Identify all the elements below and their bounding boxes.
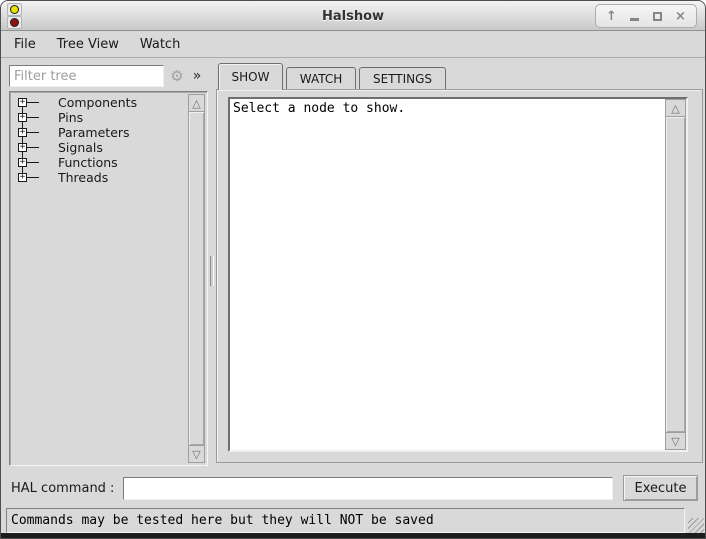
scroll-down-button[interactable]: ▽: [189, 446, 204, 462]
window-bottom-border: [1, 533, 705, 538]
filter-tree-input[interactable]: [9, 65, 164, 87]
show-text-content[interactable]: Select a node to show.: [230, 99, 665, 450]
maximize-icon: [653, 12, 662, 21]
expand-plus-icon[interactable]: +: [18, 173, 27, 182]
minimize-button[interactable]: [625, 7, 644, 26]
tree-item-pins[interactable]: + Pins: [12, 110, 187, 125]
tab-show[interactable]: SHOW: [218, 63, 283, 90]
scroll-up-button[interactable]: △: [189, 95, 204, 111]
tab-settings[interactable]: SETTINGS: [359, 67, 446, 89]
hal-command-input[interactable]: [123, 477, 613, 500]
tree-branch-line: [27, 162, 39, 163]
shade-button[interactable]: ↑: [602, 7, 621, 26]
hal-tree: + Components + Pins + Parameters + Signa…: [9, 91, 208, 466]
tree-branch-line: [27, 102, 39, 103]
hal-command-label: HAL command :: [11, 481, 114, 496]
close-button[interactable]: ×: [671, 7, 690, 26]
status-bar: Commands may be tested here but they wil…: [6, 508, 685, 533]
tree-branch-line: [27, 147, 39, 148]
tree-item-signals[interactable]: + Signals: [12, 140, 187, 155]
show-vertical-scrollbar[interactable]: △ ▽: [665, 99, 686, 450]
scroll-up-icon: △: [192, 98, 200, 109]
tree-item-parameters[interactable]: + Parameters: [12, 125, 187, 140]
menu-file[interactable]: File: [14, 37, 36, 52]
expand-plus-icon[interactable]: +: [18, 113, 27, 122]
close-icon: ×: [675, 9, 686, 24]
tree-vertical-scrollbar[interactable]: △ ▽: [188, 94, 205, 463]
scroll-up-button[interactable]: △: [666, 100, 685, 116]
titlebar[interactable]: Halshow ↑ ×: [1, 1, 705, 31]
tree-item-label[interactable]: Parameters: [58, 125, 130, 140]
filter-options-button[interactable]: ⚙: [168, 65, 186, 87]
tree-item-label[interactable]: Threads: [58, 170, 108, 185]
minimize-icon: [630, 18, 639, 21]
maximize-button[interactable]: [648, 7, 667, 26]
menu-watch[interactable]: Watch: [140, 37, 180, 52]
tree-branch-line: [27, 117, 39, 118]
tree-rows: + Components + Pins + Parameters + Signa…: [12, 95, 187, 185]
menubar: File Tree View Watch: [1, 32, 705, 58]
gear-icon: ⚙: [170, 67, 183, 85]
expand-plus-icon[interactable]: +: [18, 128, 27, 137]
scroll-up-icon: △: [671, 103, 679, 114]
chevron-double-right-icon: »: [193, 68, 202, 84]
resize-grip-icon[interactable]: [688, 518, 704, 534]
panel-splitter-handle[interactable]: [210, 256, 214, 286]
tree-branch-line: [27, 177, 39, 178]
scrollbar-thumb[interactable]: [666, 116, 685, 433]
tree-item-label[interactable]: Pins: [58, 110, 83, 125]
show-tab-page: Select a node to show. △ ▽: [216, 89, 703, 463]
execute-button[interactable]: Execute: [623, 475, 698, 501]
tree-item-components[interactable]: + Components: [12, 95, 187, 110]
show-text-widget: Select a node to show. △ ▽: [228, 97, 688, 452]
expand-panel-button[interactable]: »: [188, 65, 206, 87]
shade-icon: ↑: [606, 9, 617, 24]
scrollbar-thumb[interactable]: [189, 111, 204, 446]
scroll-down-icon: ▽: [671, 436, 679, 447]
expand-plus-icon[interactable]: +: [18, 98, 27, 107]
expand-plus-icon[interactable]: +: [18, 158, 27, 167]
expand-plus-icon[interactable]: +: [18, 143, 27, 152]
tree-item-label[interactable]: Functions: [58, 155, 118, 170]
tree-item-label[interactable]: Components: [58, 95, 137, 110]
tree-branch-line: [27, 132, 39, 133]
tree-item-threads[interactable]: + Threads: [12, 170, 187, 185]
scroll-down-icon: ▽: [192, 449, 200, 460]
menu-tree-view[interactable]: Tree View: [57, 37, 119, 52]
tab-watch[interactable]: WATCH: [286, 67, 356, 89]
tree-item-label[interactable]: Signals: [58, 140, 103, 155]
halshow-window: Halshow ↑ × File Tree View Watch ⚙ » + C…: [0, 0, 706, 539]
tree-item-functions[interactable]: + Functions: [12, 155, 187, 170]
scroll-down-button[interactable]: ▽: [666, 433, 685, 449]
window-controls: ↑ ×: [595, 4, 697, 28]
